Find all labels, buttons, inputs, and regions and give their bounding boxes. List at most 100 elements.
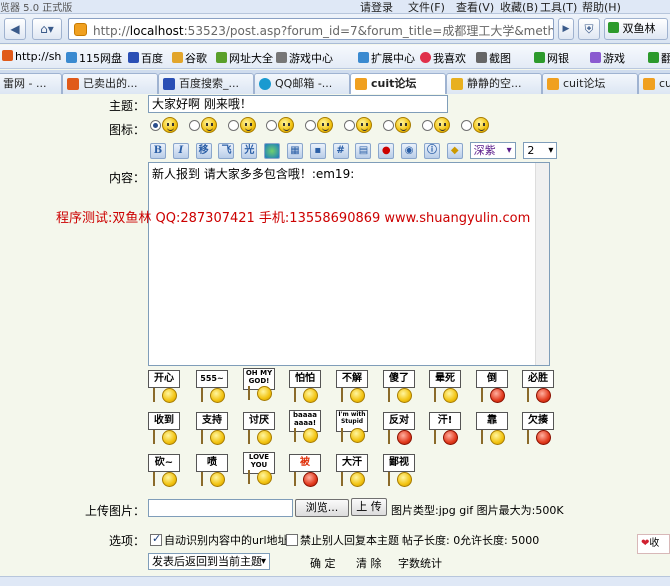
emoticon[interactable]: 555~	[196, 370, 230, 404]
color-select[interactable]: 深紫	[469, 142, 516, 159]
menu-tools[interactable]: 工具(T)	[540, 0, 577, 15]
move-button[interactable]: 移	[195, 142, 212, 159]
table-icon[interactable]: ▤	[355, 142, 372, 159]
bold-button[interactable]: B	[150, 142, 166, 159]
tab-active[interactable]: cuit论坛	[350, 73, 446, 94]
bookmark-item[interactable]: 翻	[648, 50, 670, 66]
clear-button[interactable]: 清 除	[356, 555, 382, 571]
icon-radio[interactable]	[227, 119, 239, 131]
emoticon[interactable]: 倒	[476, 370, 510, 404]
glow-button[interactable]: 光	[241, 142, 258, 159]
tag-icon[interactable]: ◆	[446, 142, 463, 159]
emoticon[interactable]: 必胜	[522, 370, 556, 404]
tab[interactable]: 静静的空...	[446, 73, 542, 94]
hash-button[interactable]: #	[332, 142, 349, 159]
upload-hint: 图片类型:jpg gif 图片最大为:500K	[391, 504, 564, 517]
emoticon[interactable]: 欠揍	[522, 412, 556, 446]
tab[interactable]: 雷网 - ...	[0, 73, 62, 94]
emoticon[interactable]: 晕死	[429, 370, 463, 404]
emoticon[interactable]: 鄙视	[383, 454, 417, 488]
tab[interactable]: 百度搜索_...	[158, 73, 254, 94]
tab[interactable]: 已卖出的...	[62, 73, 158, 94]
icon-radio[interactable]	[150, 119, 161, 131]
emoticon[interactable]: 支持	[196, 412, 230, 446]
menu-help[interactable]: 帮助(H)	[582, 0, 621, 15]
emoticon[interactable]: 开心	[148, 370, 182, 404]
emoticon[interactable]: 大汗	[336, 454, 370, 488]
icon-radio[interactable]	[344, 119, 356, 131]
globe-icon[interactable]	[264, 142, 281, 159]
emoticon[interactable]: 砍~	[148, 454, 182, 488]
emoticon[interactable]: baaaa aaaa!	[289, 410, 323, 444]
content-textarea[interactable]: 新人报到 请大家多多包含哦！:em19:	[148, 162, 550, 366]
icon-radio[interactable]	[382, 119, 394, 131]
italic-button[interactable]: I	[172, 142, 189, 159]
tab[interactable]: cuit论坛	[638, 73, 670, 94]
bookmark-item[interactable]: 我喜欢	[420, 50, 466, 66]
emoticon[interactable]: 收到	[148, 412, 182, 446]
emoticon[interactable]: 喷	[196, 454, 230, 488]
go-button[interactable]: ▶	[558, 18, 574, 40]
icon-radio[interactable]	[421, 119, 433, 131]
login-link[interactable]: 请登录	[360, 0, 393, 15]
emoticon[interactable]: OH MY GOD!	[243, 368, 277, 402]
emoticon[interactable]: 怕怕	[289, 370, 323, 404]
user-account-button[interactable]: 双鱼林	[604, 18, 668, 40]
menu-favorites[interactable]: 收藏(B)	[500, 0, 538, 15]
shield-button[interactable]: ⛨	[578, 18, 600, 40]
emoticon[interactable]: 汗!	[429, 412, 463, 446]
address-bar[interactable]: http://localhost:53523/post.asp?forum_id…	[68, 18, 554, 40]
icon-radio[interactable]	[460, 119, 472, 131]
menu-file[interactable]: 文件(F)	[408, 0, 445, 15]
emoticon[interactable]: 被	[289, 454, 323, 488]
image-icon[interactable]: ▦	[286, 142, 303, 159]
icon-radio[interactable]	[266, 119, 278, 131]
emoticon-face-icon	[303, 428, 318, 443]
emoticon[interactable]: I'm with Stupid	[336, 410, 370, 444]
emoticon[interactable]: 靠	[476, 412, 510, 446]
emoticon-face-icon	[536, 388, 551, 403]
info-icon[interactable]: ⓘ	[423, 142, 440, 159]
emoticon[interactable]: 反对	[383, 412, 417, 446]
tab[interactable]: cuit论坛	[542, 73, 638, 94]
fly-button[interactable]: 飞	[218, 142, 235, 159]
tab[interactable]: QQ邮箱 -...	[254, 73, 350, 94]
bookmark-item[interactable]: 115网盘	[66, 50, 122, 66]
redirect-select[interactable]: 发表后返回到当前主题	[148, 553, 270, 570]
upload-file-input[interactable]	[148, 499, 293, 517]
autourl-checkbox[interactable]	[150, 532, 162, 546]
record-icon[interactable]: ●	[378, 142, 395, 159]
emoticon[interactable]: LOVE YOU	[243, 452, 277, 486]
autourl-option[interactable]: 自动识别内容中的url地址	[150, 532, 289, 548]
favorite-button[interactable]: ❤收	[637, 534, 670, 554]
submit-button[interactable]: 确 定	[310, 555, 336, 571]
emoticon-face-icon	[162, 430, 177, 445]
emoticon[interactable]: 傻了	[383, 370, 417, 404]
bookmark-item[interactable]: 游戏	[590, 50, 625, 66]
emoticon[interactable]: 不解	[336, 370, 370, 404]
back-button[interactable]: ◀	[4, 18, 26, 40]
home-button[interactable]: ⌂▾	[32, 18, 62, 40]
bookmark-item[interactable]: 网银	[534, 50, 569, 66]
bookmark-item[interactable]: http://sh	[2, 50, 61, 63]
bookmark-item[interactable]: 百度	[128, 50, 163, 66]
browse-button[interactable]: 浏览...	[295, 499, 349, 517]
font-size-select[interactable]: 2	[523, 142, 558, 159]
bookmark-item[interactable]: 截图	[476, 50, 511, 66]
emoticon[interactable]: 讨厌	[243, 412, 277, 446]
textarea-scrollbar[interactable]	[535, 163, 549, 365]
noreply-checkbox[interactable]	[286, 534, 298, 546]
save-icon[interactable]: ▪	[309, 142, 326, 159]
word-count-button[interactable]: 字数统计	[398, 555, 442, 571]
menu-view[interactable]: 查看(V)	[456, 0, 494, 15]
media-icon[interactable]: ◉	[401, 142, 418, 159]
noreply-option[interactable]: 禁止别人回复本主题	[286, 532, 399, 548]
bookmark-item[interactable]: 游戏中心	[276, 50, 333, 66]
icon-radio[interactable]	[188, 119, 200, 131]
subject-input[interactable]: 大家好啊 刚来哦！	[148, 95, 448, 113]
bookmark-item[interactable]: 谷歌	[172, 50, 207, 66]
bookmark-item[interactable]: 网址大全	[216, 50, 273, 66]
bookmark-item[interactable]: 扩展中心	[358, 50, 415, 66]
upload-button[interactable]: 上 传	[351, 498, 387, 516]
icon-radio[interactable]	[305, 119, 317, 131]
